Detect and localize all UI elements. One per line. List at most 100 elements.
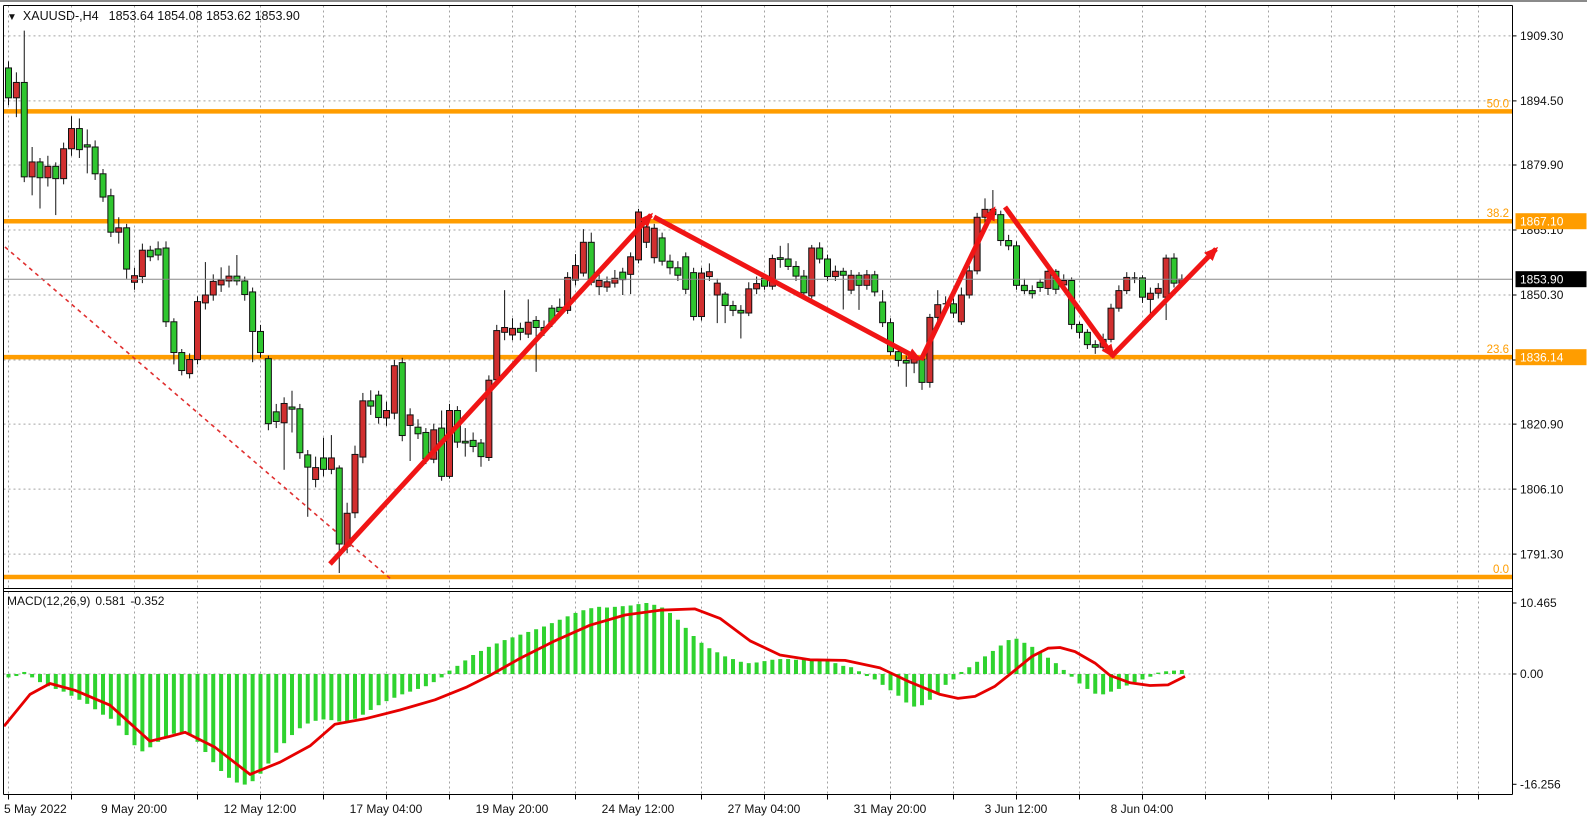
candle — [683, 257, 689, 289]
candle — [368, 401, 374, 406]
macd-bar — [109, 674, 113, 719]
candle — [179, 353, 185, 371]
macd-bar — [14, 674, 18, 676]
time-axis-label: 12 May 12:00 — [224, 802, 297, 816]
candle — [651, 228, 657, 257]
macd-bar — [337, 674, 341, 721]
macd-bar — [778, 659, 782, 674]
candle — [746, 289, 752, 313]
time-axis[interactable]: 5 May 20229 May 20:0012 May 12:0017 May … — [4, 795, 1479, 817]
candle — [817, 248, 823, 259]
candle — [21, 82, 27, 176]
macd-bar — [826, 660, 830, 674]
macd-bar — [290, 674, 294, 735]
macd-bar — [471, 655, 475, 674]
candle — [714, 283, 720, 295]
candle — [187, 360, 193, 374]
candle — [407, 415, 413, 426]
time-axis-label: 24 May 12:00 — [602, 802, 675, 816]
macd-bar — [660, 608, 664, 674]
candle — [659, 238, 665, 261]
fib-ratio-label-50.0: 50.0 — [1487, 98, 1509, 110]
candle — [336, 468, 342, 544]
candle — [289, 407, 295, 409]
macd-bar — [731, 659, 735, 674]
candle — [636, 212, 642, 260]
macd-bar — [30, 674, 34, 677]
macd-bar — [448, 671, 452, 674]
macd-bar — [707, 648, 711, 674]
macd-bar — [148, 674, 152, 747]
macd-bar — [282, 674, 286, 743]
candle — [998, 215, 1004, 241]
candle — [147, 250, 153, 257]
candle — [273, 412, 279, 422]
main-chart-panel[interactable] — [4, 6, 1513, 589]
macd-bar — [392, 674, 396, 698]
price-axis-label: 1894.50 — [1520, 94, 1564, 108]
macd-indicator-label: MACD(12,26,9)0.581-0.352 — [7, 594, 169, 608]
macd-bar — [920, 674, 924, 705]
macd-bar — [156, 674, 160, 742]
macd-bar — [668, 613, 672, 674]
price-axis[interactable]: 1909.301894.501879.901865.101850.301835.… — [1513, 29, 1564, 561]
macd-bar — [684, 628, 688, 674]
macd-bar — [975, 662, 979, 674]
macd-bar — [605, 608, 609, 674]
candle — [628, 257, 634, 275]
candle — [1077, 324, 1083, 332]
macd-bar — [912, 674, 916, 707]
candle — [982, 209, 988, 217]
macd-bar — [755, 662, 759, 674]
candle — [510, 328, 516, 335]
candle — [45, 166, 51, 177]
macd-name: MACD(12,26,9) — [7, 594, 90, 608]
macd-bar — [385, 674, 389, 701]
candle — [730, 306, 736, 311]
candle — [163, 248, 169, 322]
candle — [391, 366, 397, 413]
candle — [258, 331, 264, 352]
svg-text:1867.10: 1867.10 — [1520, 214, 1564, 228]
macd-bar — [1093, 674, 1097, 694]
macd-bar — [889, 674, 893, 690]
candle — [1029, 291, 1035, 294]
macd-bar — [936, 674, 940, 693]
svg-text:1836.14: 1836.14 — [1520, 350, 1564, 364]
candle — [604, 282, 610, 287]
candle — [494, 331, 500, 380]
candle — [675, 268, 681, 275]
candle — [313, 468, 319, 480]
candle — [100, 174, 106, 197]
chart-canvas[interactable]: 1909.301894.501879.901865.101850.301835.… — [0, 2, 1587, 825]
macd-bar — [1078, 674, 1082, 683]
macd-bar — [542, 627, 546, 674]
candle — [966, 271, 972, 295]
symbol-dropdown-icon[interactable]: ▼ — [7, 12, 17, 23]
macd-bar — [715, 652, 719, 674]
macd-bar — [361, 674, 365, 715]
macd-bar — [1022, 643, 1026, 674]
candle — [1092, 345, 1098, 348]
time-axis-label: 3 Jun 12:00 — [985, 802, 1048, 816]
candle — [1147, 293, 1153, 299]
candle — [1155, 288, 1161, 293]
macd-bar — [1172, 671, 1176, 674]
macd-bar — [133, 674, 137, 745]
macd-bar — [550, 623, 554, 674]
macd-bar — [219, 674, 223, 771]
macd-bar — [188, 674, 192, 735]
time-axis-label: 9 May 20:00 — [101, 802, 167, 816]
macd-bar — [329, 674, 333, 720]
candle — [754, 284, 760, 289]
macd-bar — [810, 659, 814, 674]
candle — [210, 281, 216, 295]
macd-bar — [1141, 674, 1145, 679]
candle — [573, 266, 579, 280]
candle — [13, 82, 19, 97]
macd-bar — [432, 674, 436, 682]
macd-bar — [440, 674, 444, 677]
symbol-period-label: XAUUSD-,H4 — [23, 9, 99, 23]
candle — [37, 162, 43, 178]
macd-bar — [952, 674, 956, 679]
